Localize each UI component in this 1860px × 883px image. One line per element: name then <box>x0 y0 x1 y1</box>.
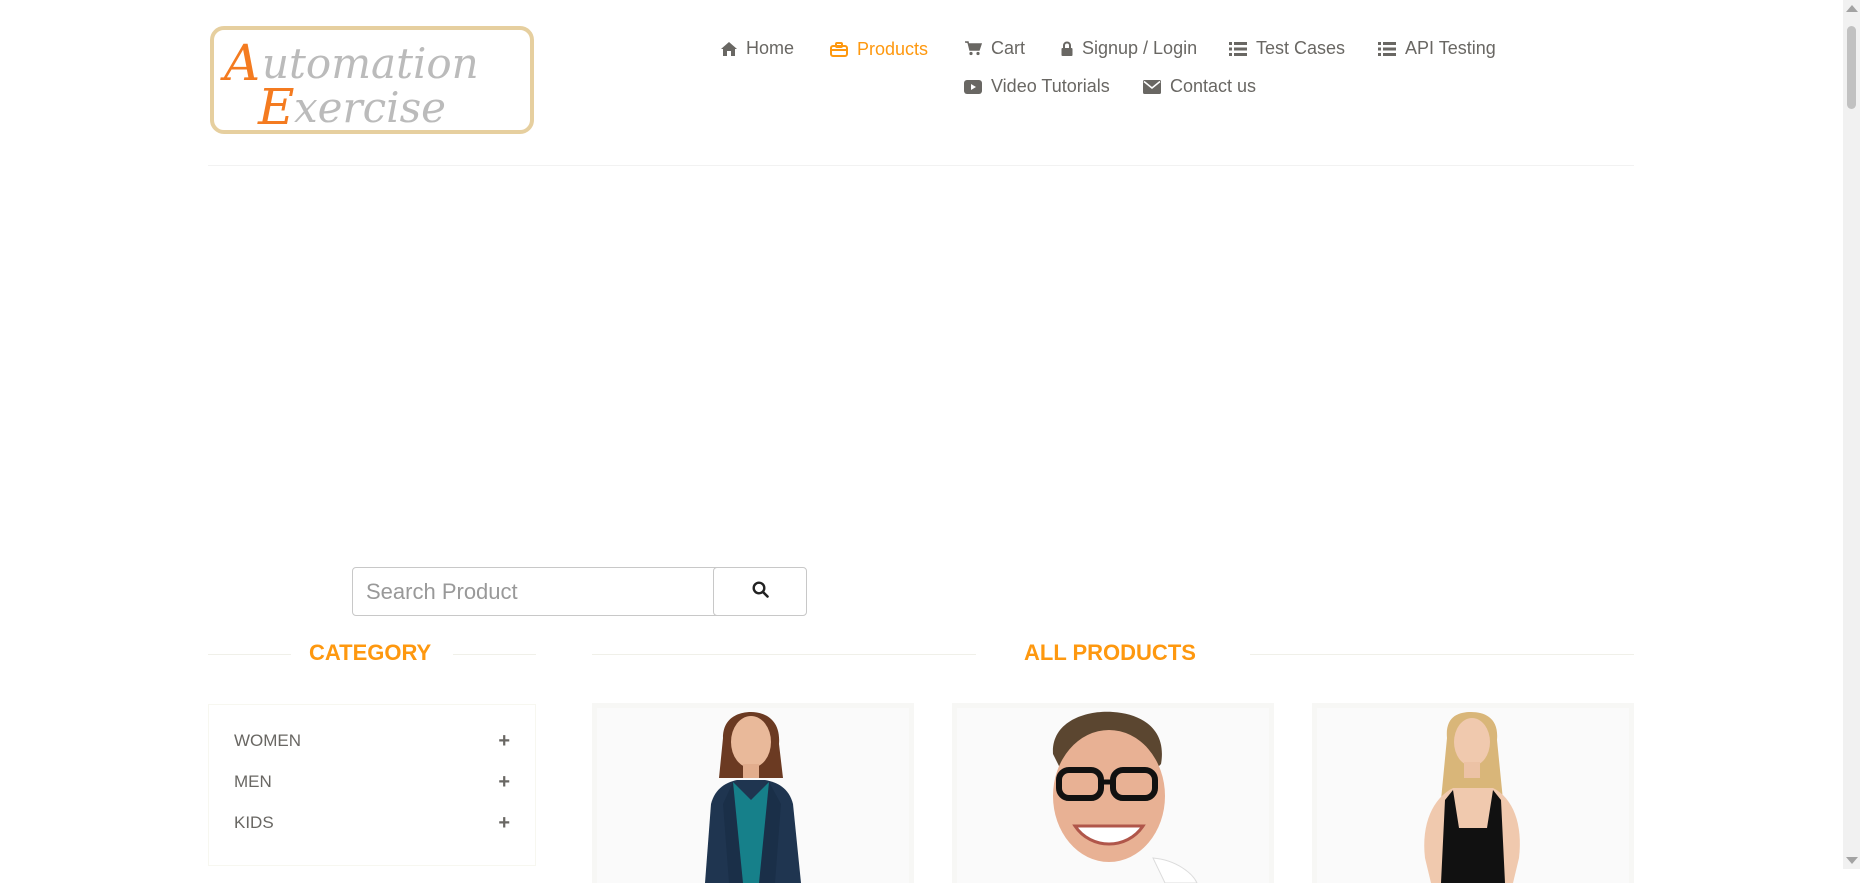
site-logo[interactable]: A utomation E xercise <box>210 26 534 134</box>
all-products-title: ALL PRODUCTS <box>1024 640 1196 665</box>
product-image-woman-tank-top <box>1317 708 1629 883</box>
nav-cart[interactable]: Cart <box>965 38 1025 59</box>
nav-home-label: Home <box>746 38 795 58</box>
search-input[interactable] <box>352 567 720 616</box>
youtube-play-icon <box>964 79 982 94</box>
search-icon <box>751 580 769 603</box>
nav-video-tutorials-label: Video Tutorials <box>991 76 1110 96</box>
category-item-label: KIDS <box>234 813 274 832</box>
product-card[interactable] <box>592 703 914 883</box>
logo-initial-a: A <box>220 34 260 92</box>
list-icon <box>1229 41 1247 56</box>
lock-icon <box>1061 41 1073 56</box>
category-item-women[interactable]: WOMEN + <box>234 727 510 755</box>
nav-test-cases[interactable]: Test Cases <box>1229 38 1345 59</box>
scroll-down-arrow-icon[interactable] <box>1846 857 1858 864</box>
nav-test-cases-label: Test Cases <box>1256 38 1346 58</box>
nav-home[interactable]: Home <box>721 38 794 59</box>
nav-products-label: Products <box>857 39 929 59</box>
vertical-scrollbar[interactable] <box>1843 0 1860 869</box>
logo-word-exercise: xercise <box>294 83 446 130</box>
briefcase-icon <box>830 42 848 57</box>
nav-contact-us[interactable]: Contact us <box>1143 76 1256 97</box>
category-title: CATEGORY <box>309 640 432 665</box>
logo-word-automation: utomation <box>262 39 479 88</box>
nav-signup-login-label: Signup / Login <box>1082 38 1198 58</box>
category-item-kids[interactable]: KIDS + <box>234 809 510 837</box>
product-card[interactable] <box>952 703 1274 883</box>
products-title-rule-left <box>592 654 976 655</box>
logo-initial-e: E <box>257 78 295 130</box>
plus-icon[interactable]: + <box>498 813 510 833</box>
nav-api-testing-label: API Testing <box>1405 38 1496 58</box>
scrollbar-thumb[interactable] <box>1847 26 1856 109</box>
category-item-men[interactable]: MEN + <box>234 768 510 796</box>
envelope-icon <box>1143 79 1161 94</box>
header-divider <box>208 165 1634 166</box>
nav-cart-label: Cart <box>991 38 1026 58</box>
scroll-up-arrow-icon[interactable] <box>1846 5 1858 12</box>
category-panel: WOMEN + MEN + KIDS + <box>208 704 536 866</box>
nav-api-testing[interactable]: API Testing <box>1378 38 1496 59</box>
plus-icon[interactable]: + <box>498 731 510 751</box>
plus-icon[interactable]: + <box>498 772 510 792</box>
products-title-rule-right <box>1250 654 1634 655</box>
search-button[interactable] <box>713 567 807 616</box>
cart-icon <box>965 41 982 56</box>
product-image-man-glasses <box>957 708 1269 883</box>
category-title-rule-left <box>208 654 291 655</box>
home-icon <box>721 41 737 56</box>
nav-video-tutorials[interactable]: Video Tutorials <box>964 76 1110 97</box>
product-image-woman-cardigan <box>597 708 909 883</box>
nav-signup-login[interactable]: Signup / Login <box>1061 38 1197 59</box>
nav-products[interactable]: Products <box>830 39 928 60</box>
category-item-label: WOMEN <box>234 731 302 750</box>
nav-contact-us-label: Contact us <box>1170 76 1257 96</box>
product-card[interactable] <box>1312 703 1634 883</box>
category-title-rule-right <box>453 654 536 655</box>
list-icon <box>1378 41 1396 56</box>
category-item-label: MEN <box>234 772 272 791</box>
